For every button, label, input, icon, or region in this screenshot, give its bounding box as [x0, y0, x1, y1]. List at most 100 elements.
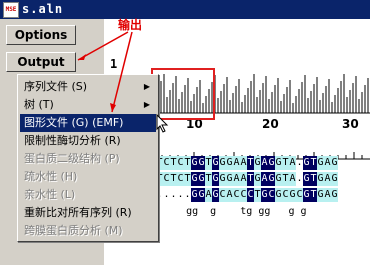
residue: G	[198, 172, 205, 186]
residue: T	[247, 156, 254, 170]
residue: A	[261, 172, 268, 186]
menu-item-sequence-file[interactable]: 序列文件 (S) ▶	[20, 78, 156, 96]
residue: G	[219, 172, 226, 186]
residue: G	[198, 188, 205, 202]
residue: G	[303, 172, 310, 186]
residue: A	[226, 188, 233, 202]
residue: A	[289, 172, 296, 186]
title-bar: MSE s.aln	[0, 0, 370, 19]
menu-item-realign-all[interactable]: 重新比对所有序列 (R)	[20, 204, 156, 222]
menu-item-restriction-analysis[interactable]: 限制性酶切分析 (R)	[20, 132, 156, 150]
residue: T	[205, 172, 212, 186]
residue: G	[331, 156, 338, 170]
residue: A	[205, 188, 212, 202]
residue: G	[275, 156, 282, 170]
residue: C	[177, 156, 184, 170]
residue: T	[184, 156, 191, 170]
residue: T	[282, 156, 289, 170]
residue: G	[219, 156, 226, 170]
options-button[interactable]: Options	[6, 25, 76, 45]
residue: A	[233, 172, 240, 186]
residue: G	[212, 156, 219, 170]
ruler-tick-30: 30	[342, 117, 359, 131]
sequence-row-1[interactable]: TCTCTGGTGGGAATGAGGTA.GTGAG	[156, 156, 338, 170]
residue: G	[275, 172, 282, 186]
window-title: s.aln	[22, 2, 64, 16]
residue: .	[296, 157, 303, 168]
residue: G	[303, 188, 310, 202]
residue: G	[212, 188, 219, 202]
residue: G	[191, 188, 198, 202]
residue: .	[163, 189, 170, 200]
residue: C	[163, 156, 170, 170]
mouse-cursor-icon	[156, 114, 169, 133]
residue: T	[170, 156, 177, 170]
residue: T	[310, 156, 317, 170]
residue: C	[247, 188, 254, 202]
residue: G	[317, 156, 324, 170]
annotation-label: 输出	[118, 18, 143, 32]
residue: G	[261, 188, 268, 202]
residue: G	[289, 188, 296, 202]
residue: .	[177, 189, 184, 200]
residue: C	[282, 188, 289, 202]
residue: T	[282, 172, 289, 186]
residue: G	[317, 188, 324, 202]
residue: G	[275, 188, 282, 202]
output-button[interactable]: Output	[6, 52, 76, 72]
residue: G	[268, 156, 275, 170]
residue: G	[317, 172, 324, 186]
consensus-row: gg g tg gg g g	[156, 206, 307, 217]
residue: .	[184, 189, 191, 200]
residue: G	[226, 156, 233, 170]
residue: G	[198, 156, 205, 170]
submenu-arrow-icon: ▶	[143, 100, 150, 109]
menu-item-graphic-file[interactable]: 图形文件 (G) (EMF)	[20, 114, 156, 132]
residue: G	[226, 172, 233, 186]
residue: C	[219, 188, 226, 202]
residue: G	[331, 172, 338, 186]
residue: A	[240, 156, 247, 170]
residue: A	[324, 188, 331, 202]
residue: A	[324, 172, 331, 186]
menu-item-transmembrane-analysis: 跨膜蛋白质分析 (M)	[24, 224, 123, 237]
residue: C	[163, 172, 170, 186]
sequence-row-3[interactable]: .....GGAGCACCCTGCGCGCGTGAG	[156, 188, 338, 202]
row-number: 1	[110, 57, 118, 71]
output-menu: 序列文件 (S) ▶ 树 (T) ▶ 图形文件 (G) (EMF) 限制性酶切分析 …	[17, 74, 159, 242]
residue: A	[233, 156, 240, 170]
residue: .	[170, 189, 177, 200]
menu-item-protein-secondary-structure: 蛋白质二级结构 (P)	[24, 152, 120, 165]
sequence-row-2[interactable]: TCTCTGGTGGGAATGAGGTA.GTGAG	[156, 172, 338, 186]
residue: T	[170, 172, 177, 186]
residue: G	[254, 156, 261, 170]
residue: A	[324, 156, 331, 170]
residue: A	[240, 172, 247, 186]
menu-item-tree[interactable]: 树 (T) ▶	[20, 96, 156, 114]
highlight-box	[151, 68, 215, 120]
residue: G	[212, 172, 219, 186]
residue: C	[296, 188, 303, 202]
residue: T	[254, 188, 261, 202]
residue: A	[289, 156, 296, 170]
residue: G	[191, 172, 198, 186]
residue: C	[233, 188, 240, 202]
residue: A	[261, 156, 268, 170]
residue: G	[331, 188, 338, 202]
menu-item-hydrophobicity: 疏水性 (H)	[24, 170, 78, 183]
residue: T	[310, 188, 317, 202]
residue: G	[268, 172, 275, 186]
ruler-tick-20: 20	[262, 117, 279, 131]
residue: T	[205, 156, 212, 170]
residue: .	[296, 173, 303, 184]
residue: G	[303, 156, 310, 170]
residue: C	[177, 172, 184, 186]
residue: T	[184, 172, 191, 186]
residue: G	[254, 172, 261, 186]
residue: T	[247, 172, 254, 186]
submenu-arrow-icon: ▶	[143, 82, 150, 91]
residue: C	[268, 188, 275, 202]
residue: T	[310, 172, 317, 186]
menu-item-hydrophilicity: 亲水性 (L)	[24, 188, 76, 201]
app-icon: MSE	[3, 2, 19, 18]
